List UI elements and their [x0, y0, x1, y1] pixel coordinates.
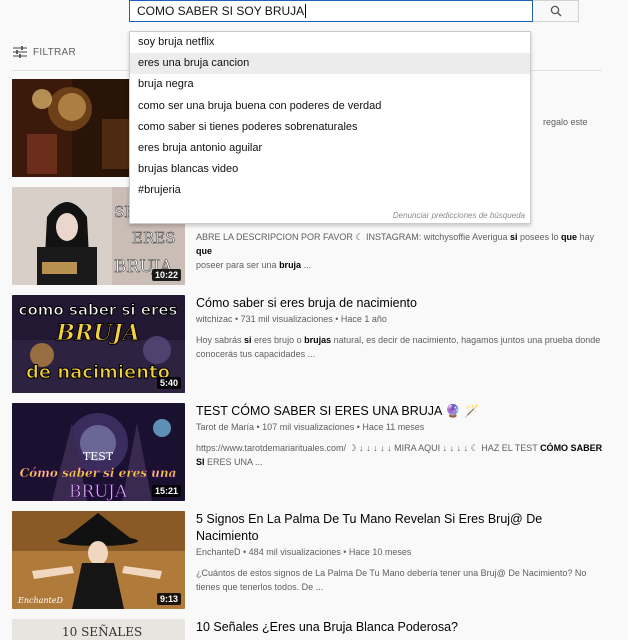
video-duration: 15:21	[151, 485, 181, 497]
suggestion-item[interactable]: eres bruja antonio aguilar	[130, 138, 530, 159]
thumb-text-senales: 10 SEÑALES	[62, 624, 142, 639]
video-result[interactable]: como saber si eres BRUJA de nacimiento 5…	[12, 295, 612, 393]
report-predictions-link[interactable]: Denunciar predicciones de búsqueda	[393, 211, 525, 220]
suggestion-item[interactable]: eres una bruja cancion	[130, 53, 530, 75]
filter-label: FILTRAR	[33, 46, 77, 58]
thumb-text-como-saber: Cómo saber si eres una	[20, 466, 177, 480]
video-title[interactable]: TEST CÓMO SABER SI ERES UNA BRUJA 🔮 🪄	[196, 403, 606, 420]
suggestion-item[interactable]: como ser una bruja buena con poderes de …	[130, 96, 530, 117]
suggestion-item[interactable]: como saber si tienes poderes sobrenatura…	[130, 117, 530, 138]
video-thumbnail[interactable]: EnchanteD 9:13	[12, 511, 185, 609]
suggestion-item[interactable]: brujas blancas video	[130, 159, 530, 180]
thumb-text-test: TEST	[83, 450, 114, 463]
search-query-text: COMO SABER SI SOY BRUJA	[137, 4, 305, 18]
video-description: ¿Cuántos de estos signos de La Palma De …	[196, 568, 587, 592]
video-thumbnail[interactable]: TEST Cómo saber si eres una BRUJA 15:21	[12, 403, 185, 501]
video-meta: witchizac • 731 mil visualizaciones • Ha…	[196, 314, 387, 324]
suggestion-item[interactable]: soy bruja netflix	[130, 32, 530, 53]
search-icon	[550, 5, 561, 17]
video-description: Hoy sabrás si eres brujo o brujas natura…	[196, 335, 601, 359]
thumb-text-de-nacimiento: de nacimiento	[26, 362, 170, 383]
video-title[interactable]: 10 Señales ¿Eres una Bruja Blanca Podero…	[196, 619, 606, 636]
video-thumbnail[interactable]: como saber si eres BRUJA de nacimiento 5…	[12, 295, 185, 393]
search-suggestions-dropdown: soy bruja netflix eres una bruja cancion…	[129, 31, 531, 224]
video-duration: 9:13	[156, 593, 181, 605]
filter-sliders-icon	[13, 46, 27, 58]
video-result[interactable]: EnchanteD 9:13 5 Signos En La Palma De T…	[12, 511, 612, 609]
thumb-text-como-saber: como saber si eres	[19, 301, 178, 319]
video-title[interactable]: 5 Signos En La Palma De Tu Mano Revelan …	[196, 511, 606, 545]
thumb-text-bruja: BRUJA	[55, 320, 140, 346]
video-duration: 10:22	[151, 269, 181, 281]
video-title[interactable]: Cómo saber si eres bruja de nacimiento	[196, 295, 606, 312]
text-cursor	[305, 4, 307, 18]
video-thumbnail[interactable]: 10 SEÑALES	[12, 619, 185, 640]
video-result[interactable]: TEST Cómo saber si eres una BRUJA 15:21 …	[12, 403, 612, 501]
thumb-text-channel: EnchanteD	[17, 596, 63, 605]
video-description: ABRE LA DESCRIPCION POR FAVOR ☾ INSTAGRA…	[196, 232, 595, 270]
video-description: regalo este	[543, 117, 588, 127]
search-input[interactable]: COMO SABER SI SOY BRUJA	[129, 0, 533, 22]
thumb-text-bruja: BRUJA	[69, 482, 128, 501]
video-result[interactable]: 10 SEÑALES 10 Señales ¿Eres una Bruja Bl…	[12, 619, 612, 640]
youtube-search-page: COMO SABER SI SOY BRUJA FILTRAR regalo e…	[0, 0, 628, 640]
video-meta: EnchanteD • 484 mil visualizaciones • Ha…	[196, 547, 412, 557]
filter-button[interactable]: FILTRAR	[13, 46, 76, 58]
video-duration: 5:40	[156, 377, 181, 389]
thumb-text-eres: ERES	[132, 229, 175, 247]
suggestion-item[interactable]: bruja negra	[130, 74, 530, 95]
suggestion-item[interactable]: #brujeria	[130, 180, 530, 201]
video-meta: Tarot de María • 107 mil visualizaciones…	[196, 422, 425, 432]
search-button[interactable]	[533, 0, 579, 22]
video-description: https://www.tarotdemariarituales.com/ ☽ …	[196, 443, 603, 467]
